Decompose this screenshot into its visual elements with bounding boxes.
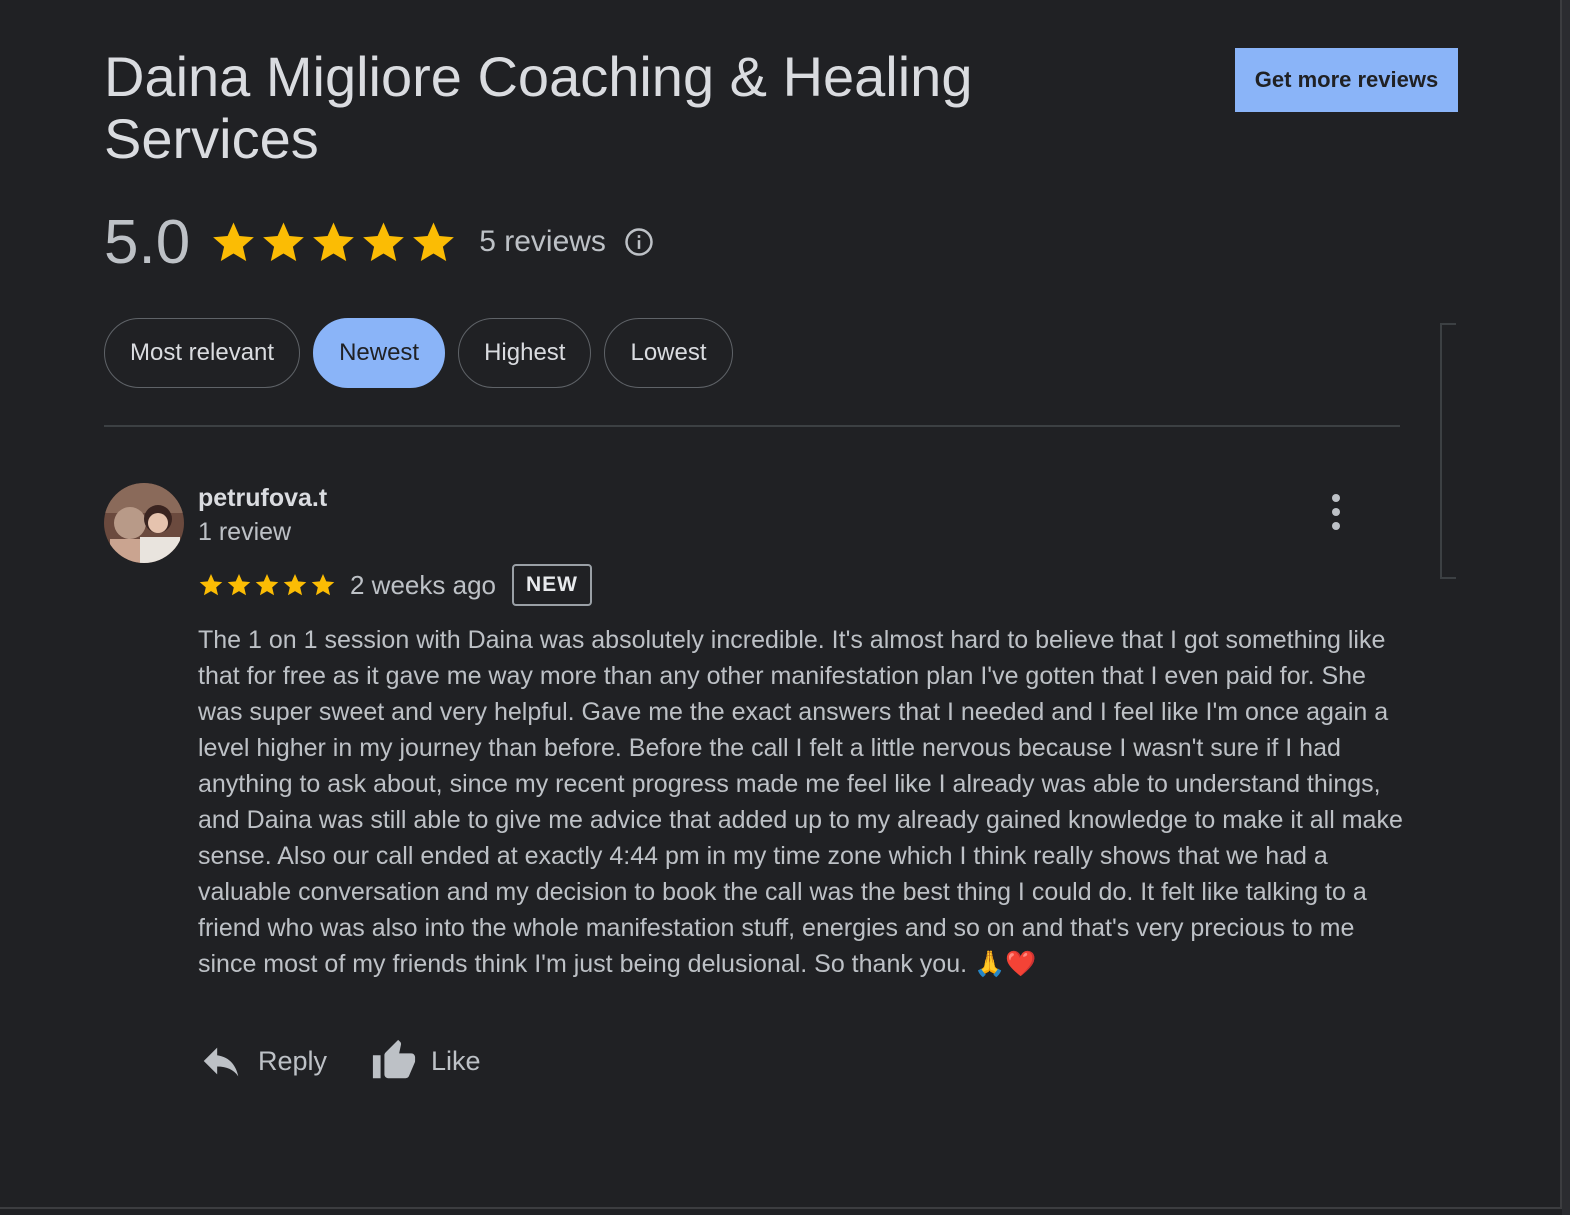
star-icon xyxy=(255,573,279,596)
sort-chips: Most relevant Newest Highest Lowest xyxy=(104,318,733,388)
reviewer-avatar[interactable] xyxy=(104,483,184,563)
sort-chip-lowest[interactable]: Lowest xyxy=(604,318,733,388)
more-vert-icon xyxy=(1332,494,1340,530)
reviews-panel: Daina Migliore Coaching & Healing Servic… xyxy=(0,0,1562,1209)
review-text: The 1 on 1 session with Daina was absolu… xyxy=(198,626,1403,978)
review-count: 5 reviews xyxy=(479,225,606,258)
review-date: 2 weeks ago xyxy=(350,569,496,600)
reply-icon xyxy=(203,1047,239,1077)
review-actions: Reply Like xyxy=(198,1038,481,1084)
reviewer-name[interactable]: petrufova.t xyxy=(198,484,327,513)
divider xyxy=(104,425,1400,427)
reply-label: Reply xyxy=(258,1045,328,1076)
like-label: Like xyxy=(431,1045,481,1076)
reviewer-review-count: 1 review xyxy=(198,518,292,546)
business-title: Daina Migliore Coaching & Healing Servic… xyxy=(104,45,973,170)
star-icon xyxy=(311,573,335,596)
rating-value: 5.0 xyxy=(104,207,191,277)
star-icon xyxy=(199,573,223,596)
sort-chip-highest[interactable]: Highest xyxy=(458,318,592,388)
star-icon xyxy=(213,222,255,261)
scroll-track[interactable] xyxy=(1440,323,1456,579)
star-icon xyxy=(263,222,305,261)
info-icon[interactable] xyxy=(624,227,654,257)
rating-summary: 5.0 5 reviews xyxy=(104,206,654,278)
rating-stars xyxy=(210,219,457,266)
like-button[interactable]: Like xyxy=(371,1038,481,1084)
review-stars xyxy=(198,572,336,598)
new-badge: NEW xyxy=(511,564,592,606)
star-icon xyxy=(227,573,251,596)
star-icon xyxy=(363,222,405,261)
sort-chip-newest[interactable]: Newest xyxy=(313,318,446,388)
review-rating-row: 2 weeks ago NEW xyxy=(198,562,592,608)
window-edge xyxy=(1562,0,1570,1215)
sort-chip-most-relevant[interactable]: Most relevant xyxy=(104,318,301,388)
star-icon xyxy=(413,222,455,261)
reply-button[interactable]: Reply xyxy=(198,1038,327,1084)
more-options-button[interactable] xyxy=(1316,490,1356,534)
get-more-reviews-button[interactable]: Get more reviews xyxy=(1235,48,1458,112)
thumb-up-icon xyxy=(372,1039,416,1079)
star-icon xyxy=(313,222,355,261)
star-icon xyxy=(283,573,307,596)
